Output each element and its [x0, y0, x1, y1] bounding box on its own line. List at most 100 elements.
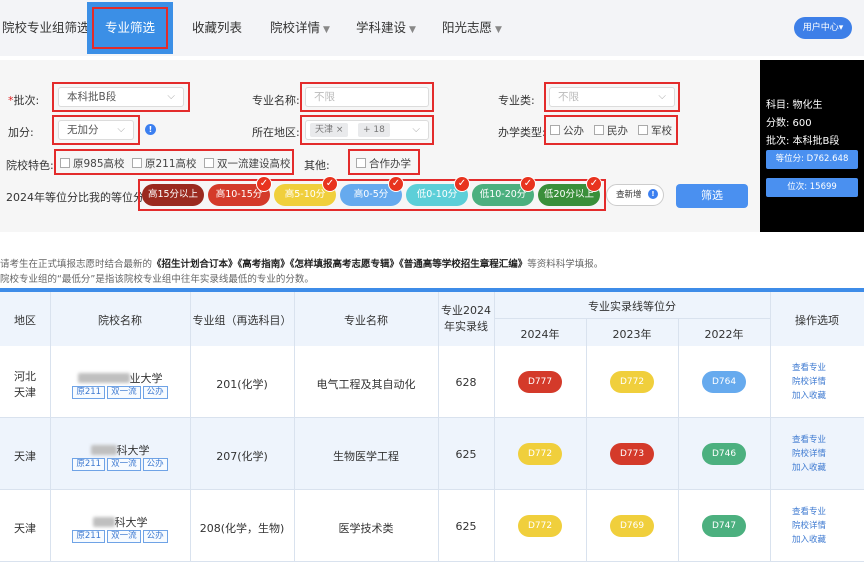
grid-line [438, 490, 439, 562]
feature-double-first-class[interactable]: 双一流建设高校 [204, 156, 291, 171]
side-equiv-score[interactable]: 等位分: D762.648 [766, 150, 858, 169]
school-tags: 原211 双一流 公办 [40, 458, 200, 471]
checkbox[interactable] [594, 125, 604, 135]
school-tag: 双一流 [107, 458, 141, 471]
major-name-input[interactable]: 不限 [305, 87, 429, 107]
other-joint-program[interactable]: 合作办学 [356, 156, 411, 171]
grid-line [294, 418, 295, 490]
grid-line [494, 292, 495, 346]
grid-line [294, 346, 295, 418]
school-tag: 双一流 [107, 386, 141, 399]
grid-line [438, 292, 439, 346]
school-name-suffix: 科大学 [114, 516, 148, 529]
op-link[interactable]: 院校详情 [792, 520, 826, 533]
school-name[interactable]: 科大学 [40, 442, 200, 458]
school-type-public[interactable]: 公办 [550, 123, 584, 138]
nav-item-major-filter[interactable]: 专业筛选 [92, 7, 168, 49]
grid-line [494, 346, 495, 418]
op-link[interactable]: 查看专业 [792, 362, 826, 375]
grid-line [50, 418, 51, 490]
school-type-private[interactable]: 民办 [594, 123, 628, 138]
equiv-score-badge: D777 [518, 371, 562, 393]
school-tag: 公办 [142, 458, 168, 471]
region-tag[interactable]: 天津 × [310, 123, 349, 137]
op-link[interactable]: 查看专业 [792, 434, 826, 447]
nav-item-sunshine[interactable]: 阳光志愿 ▼ [442, 0, 502, 56]
op-link[interactable]: 加入收藏 [792, 534, 826, 547]
th-line2024-a: 专业2024 [441, 304, 491, 317]
school-name-suffix: 业大学 [129, 372, 163, 385]
side-batch: 批次: 本科批B段 [766, 136, 840, 147]
grid-line [678, 490, 679, 562]
nav-item-discipline[interactable]: 学科建设 ▼ [356, 0, 416, 56]
bonus-select[interactable]: 无加分 ⌵ [58, 120, 134, 140]
school-tag: 公办 [142, 530, 168, 543]
chevron-down-icon: ⌵ [167, 91, 175, 102]
major-cell: 生物医学工程 [333, 450, 399, 463]
batch-select[interactable]: 本科批B段 ⌵ [58, 87, 184, 107]
blurred-name [92, 517, 115, 527]
equiv-score-badge: D773 [610, 443, 654, 465]
blurred-name [90, 445, 117, 455]
major-category-select[interactable]: 不限 ⌵ [549, 87, 675, 107]
grid-line [190, 490, 191, 562]
grid-line [494, 418, 495, 490]
school-tag: 双一流 [107, 530, 141, 543]
check-icon: ✓ [256, 176, 272, 192]
school-tag: 公办 [142, 386, 168, 399]
op-link[interactable]: 院校详情 [792, 376, 826, 389]
nav-item-school-detail[interactable]: 院校详情 ▼ [270, 0, 330, 56]
op-link[interactable]: 加入收藏 [792, 462, 826, 475]
school-name[interactable]: 科大学 [40, 514, 200, 530]
grid-line [50, 490, 51, 562]
grid-line [678, 346, 679, 418]
feature-label: 院校特色: [6, 159, 54, 172]
info-icon: ! [648, 189, 658, 199]
nav-item-group-filter[interactable]: 院校专业组筛选 [2, 0, 90, 56]
th-region: 地区 [14, 314, 36, 327]
grid-line [294, 292, 295, 346]
checkbox[interactable] [60, 158, 70, 168]
check-icon: ✓ [520, 176, 536, 192]
side-rank[interactable]: 位次: 15699 [766, 178, 858, 197]
caret-down-icon: ▼ [495, 25, 502, 35]
check-icon: ✓ [586, 176, 602, 192]
th-2022: 2022年 [704, 328, 744, 341]
grid-line [586, 490, 587, 562]
equiv-score-badge: D772 [610, 371, 654, 393]
school-name[interactable]: 业大学 [40, 370, 200, 386]
school-name-suffix: 科大学 [116, 444, 150, 457]
op-link[interactable]: 加入收藏 [792, 390, 826, 403]
feature-211[interactable]: 原211高校 [132, 156, 197, 171]
side-score: 分数: 600 [766, 118, 812, 129]
school-type-label: 办学类型: [498, 126, 546, 139]
th-2024: 2024年 [520, 328, 560, 341]
checkbox[interactable] [132, 158, 142, 168]
school-tag: 原211 [72, 530, 106, 543]
group-cell: 208(化学，生物) [199, 522, 285, 535]
rank-button[interactable]: 高15分以上 [142, 184, 204, 206]
info-icon[interactable]: ! [145, 124, 156, 135]
op-link[interactable]: 院校详情 [792, 448, 826, 461]
filter-button[interactable]: 筛选 [676, 184, 748, 208]
grid-line [770, 418, 771, 490]
grid-line [586, 318, 587, 346]
th-major: 专业名称 [344, 314, 388, 327]
note-line-1: 请考生在正式填报志愿时结合最新的《招生计划合订本》《高考指南》《怎样填报高考志愿… [0, 259, 604, 270]
new-add-button[interactable]: 查新增! [606, 184, 664, 206]
checkbox[interactable] [356, 158, 366, 168]
check-icon: ✓ [454, 176, 470, 192]
th-group: 专业组（再选科目） [192, 314, 292, 327]
op-link[interactable]: 查看专业 [792, 506, 826, 519]
school-type-military[interactable]: 军校 [638, 123, 672, 138]
checkbox[interactable] [204, 158, 214, 168]
feature-985[interactable]: 原985高校 [60, 156, 125, 171]
chevron-down-icon: ⌵ [658, 91, 666, 102]
checkbox[interactable] [638, 125, 648, 135]
grid-line [586, 418, 587, 490]
checkbox[interactable] [550, 125, 560, 135]
grid-line [50, 292, 51, 346]
user-center-button[interactable]: 用户中心▾ [794, 17, 852, 39]
nav-item-favorites[interactable]: 收藏列表 [192, 0, 242, 56]
grid-line [494, 490, 495, 562]
